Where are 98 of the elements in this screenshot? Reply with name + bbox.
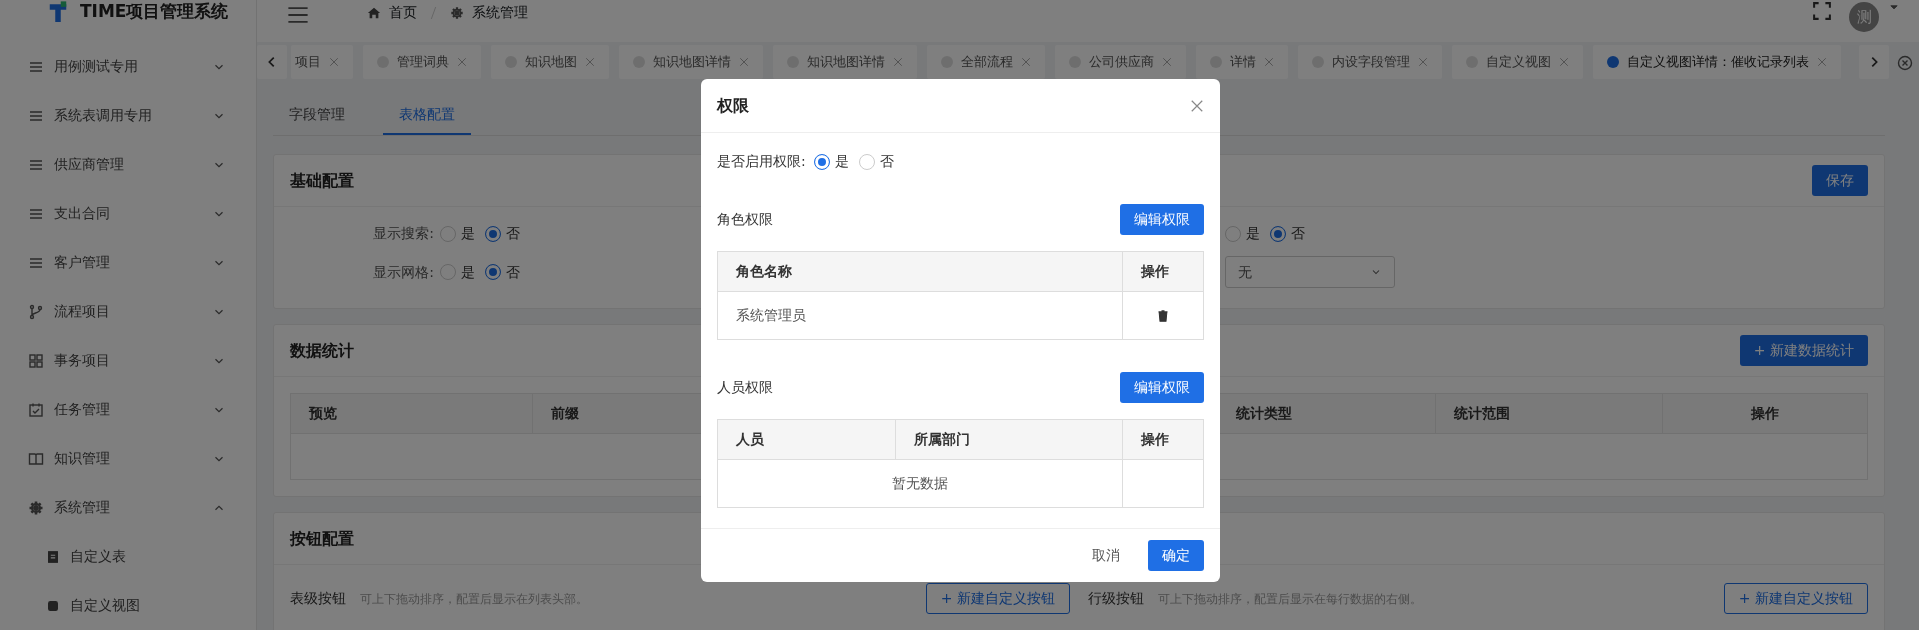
- trash-icon: [1157, 310, 1169, 322]
- radio-button[interactable]: [1270, 225, 1286, 242]
- radio-label: 是: [834, 152, 849, 171]
- close-circle-icon: [1897, 54, 1913, 71]
- radio-label: 否: [879, 152, 894, 171]
- save-button[interactable]: 保存: [1812, 165, 1868, 196]
- sub-tab[interactable]: 表格配置: [383, 96, 471, 135]
- scroll-left-button[interactable]: [257, 45, 287, 79]
- scroll-right-button[interactable]: [1859, 45, 1889, 79]
- settings-icon: [450, 5, 464, 20]
- card-title: 按钮配置: [290, 527, 354, 550]
- book-icon: [28, 450, 44, 467]
- sidebar-item[interactable]: 客户管理: [0, 238, 256, 287]
- close-icon: [1021, 57, 1031, 67]
- column-header: 统计类型: [1217, 393, 1436, 434]
- column-header: 人员: [717, 419, 896, 460]
- settings-icon: [28, 499, 44, 516]
- cancel-button[interactable]: 取消: [1086, 544, 1126, 567]
- sidebar-item[interactable]: 支出合同: [0, 189, 256, 238]
- sidebar-item[interactable]: 任务管理: [0, 385, 256, 434]
- fullscreen-icon: [1813, 2, 1831, 20]
- add-stat-button[interactable]: + 新建数据统计: [1739, 335, 1868, 366]
- close-icon: [1817, 57, 1827, 67]
- group-label: 行级按钮: [1088, 589, 1144, 608]
- close-icon: [1264, 57, 1274, 67]
- column-header: 操作: [1122, 419, 1204, 460]
- field-label: 显示搜索:: [372, 224, 435, 243]
- calendar-check-icon: [28, 401, 44, 418]
- radio-button[interactable]: [485, 225, 501, 242]
- page-tab[interactable]: 自定义视图: [1452, 45, 1583, 79]
- column-header: 所属部门: [895, 419, 1123, 460]
- field-label: 显示网格:: [372, 262, 435, 282]
- column-header: 统计范围: [1435, 393, 1663, 434]
- close-icon: [1162, 57, 1172, 67]
- sidebar-item[interactable]: 流程项目: [0, 287, 256, 336]
- breadcrumb-link[interactable]: 系统管理: [472, 2, 528, 23]
- sidebar-item[interactable]: 系统表调用专用: [0, 91, 256, 140]
- radio-label: 否: [506, 262, 520, 282]
- page-tab[interactable]: 全部流程: [927, 45, 1045, 79]
- sidebar-subitem[interactable]: 自定义视图: [0, 581, 256, 630]
- sidebar-item[interactable]: 系统管理: [0, 483, 256, 532]
- radio-label: 是: [1246, 224, 1260, 243]
- close-icon: [585, 57, 595, 67]
- page-tab[interactable]: 详情: [1196, 45, 1288, 79]
- branch-icon: [28, 303, 44, 320]
- select-field[interactable]: 无: [1225, 256, 1395, 288]
- close-icon: [1190, 99, 1204, 113]
- column-header: 操作: [1122, 251, 1204, 292]
- add-button[interactable]: + 新建自定义按钮: [1723, 583, 1868, 614]
- page-tab[interactable]: 知识地图: [491, 45, 609, 79]
- radio-label: 否: [1291, 224, 1305, 243]
- radio-label: 是: [461, 224, 475, 243]
- app-title: TIME项目管理系统: [80, 0, 229, 22]
- close-icon: [329, 57, 339, 67]
- sidebar-item[interactable]: 知识管理: [0, 434, 256, 483]
- close-icon: [1559, 57, 1569, 67]
- dialog-title: 权限: [717, 94, 749, 117]
- close-icon: [457, 57, 467, 67]
- field-label: 是否启用权限:: [717, 152, 806, 171]
- page-tab[interactable]: 管理词典: [363, 45, 481, 79]
- close-icon: [739, 57, 749, 67]
- sidebar-item[interactable]: 供应商管理: [0, 140, 256, 189]
- empty-text: 暂无数据: [892, 475, 948, 491]
- home-icon: [367, 5, 381, 20]
- caret-down-icon: [1889, 2, 1899, 12]
- breadcrumb-link[interactable]: 首页: [389, 2, 417, 23]
- document-icon: [46, 549, 60, 564]
- sidebar-item[interactable]: 事务项目: [0, 336, 256, 385]
- page-tab[interactable]: 自定义视图详情：催收记录列表: [1593, 45, 1841, 79]
- sub-tab[interactable]: 字段管理: [273, 96, 361, 135]
- confirm-button[interactable]: 确定: [1148, 540, 1204, 571]
- section-label: 角色权限: [717, 210, 773, 229]
- table-cell: 系统管理员: [717, 291, 1123, 340]
- card-title: 基础配置: [290, 169, 354, 192]
- status-dot: [1607, 56, 1619, 68]
- close-icon: [1418, 57, 1428, 67]
- radio-label: 是: [461, 262, 475, 282]
- column-header: 预览: [290, 393, 533, 434]
- column-header: 角色名称: [717, 251, 1123, 292]
- radio-button[interactable]: [485, 264, 501, 280]
- page-tab[interactable]: 内设字段管理: [1298, 45, 1442, 79]
- column-header: 操作: [1662, 393, 1868, 434]
- card-title: 数据统计: [290, 339, 354, 362]
- page-tab[interactable]: 项目: [291, 45, 353, 79]
- sidebar-subitem[interactable]: 自定义表: [0, 532, 256, 581]
- radio-label: 否: [506, 224, 520, 243]
- add-button[interactable]: + 新建自定义按钮: [925, 583, 1070, 614]
- page-tab[interactable]: 知识地图详情: [773, 45, 917, 79]
- sidebar-item[interactable]: 用例测试专用: [0, 42, 256, 91]
- grid-icon: [28, 352, 44, 369]
- square-icon: [46, 598, 60, 613]
- edit-permission-button[interactable]: 编辑权限: [1120, 204, 1204, 235]
- page-tab[interactable]: 公司供应商: [1055, 45, 1186, 79]
- edit-permission-button[interactable]: 编辑权限: [1120, 372, 1204, 403]
- group-label: 表级按钮: [290, 589, 346, 608]
- close-icon: [893, 57, 903, 67]
- page-tab[interactable]: 知识地图详情: [619, 45, 763, 79]
- radio-button[interactable]: [813, 153, 830, 170]
